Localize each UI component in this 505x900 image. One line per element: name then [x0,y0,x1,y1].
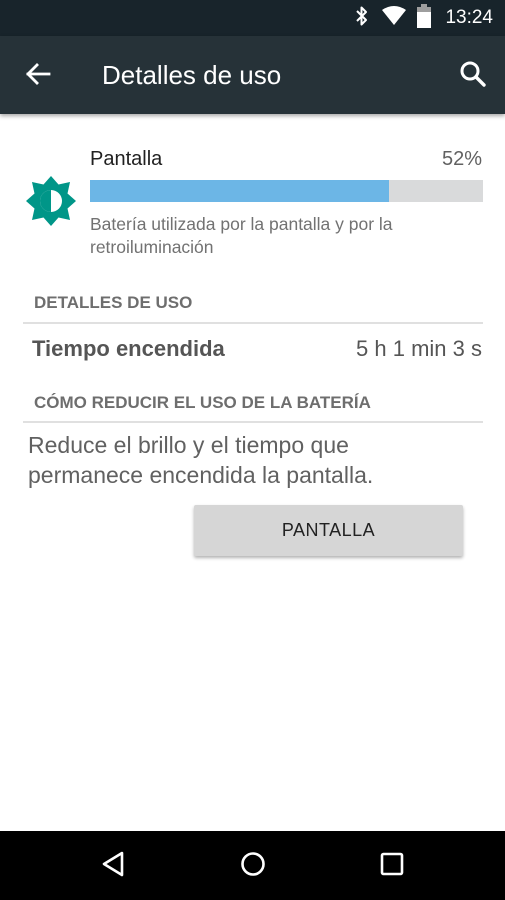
usage-progress-bar [90,180,483,202]
status-bar: 13:24 [0,0,505,36]
back-triangle-icon [100,850,126,883]
wifi-icon [381,5,407,31]
section-header-reduce-usage: CÓMO REDUCIR EL USO DE LA BATERÍA [34,393,371,412]
usage-detail-value: 5 h 1 min 3 s [356,336,482,361]
nav-home-button[interactable] [235,848,271,884]
divider [23,322,483,324]
nav-recents-button[interactable] [374,848,410,884]
brightness-icon [24,174,78,228]
arrow-back-icon [25,62,51,91]
app-bar: Detalles de uso [0,36,505,114]
screen-settings-button[interactable]: PANTALLA [194,505,463,556]
usage-item-percent: 52% [441,148,482,170]
section-header-usage-details: DETALLES DE USO [34,293,193,312]
status-icons: 13:24 [353,0,493,36]
usage-detail-label: Tiempo encendida [32,336,225,361]
search-button[interactable] [455,58,491,94]
home-circle-icon [239,850,267,883]
nav-back-button[interactable] [95,848,131,884]
status-time: 13:24 [445,7,493,28]
navigation-bar [0,831,505,900]
back-button[interactable] [20,58,56,94]
search-icon [459,60,487,93]
usage-item-name: Pantalla [90,148,163,170]
divider [23,421,483,423]
battery-icon [417,3,432,33]
page-title: Detalles de uso [102,60,282,90]
reduce-tip-text: Reduce el brillo y el tiempo que permane… [28,432,374,488]
recents-square-icon [378,850,406,883]
usage-item-description: Batería utilizada por la pantalla y por … [90,214,393,257]
bluetooth-icon [353,5,371,32]
usage-progress-fill [90,180,389,202]
